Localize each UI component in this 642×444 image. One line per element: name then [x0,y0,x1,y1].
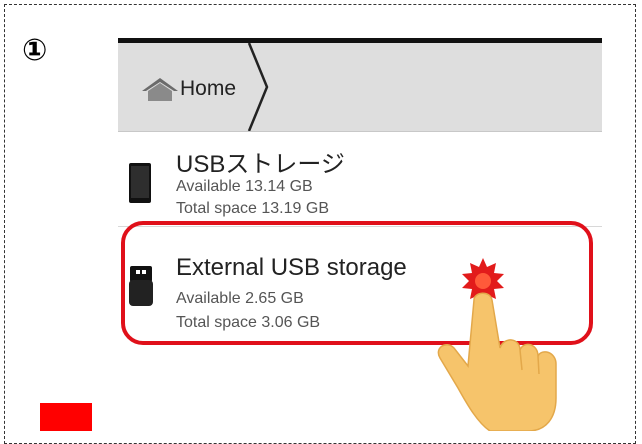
home-icon [142,78,178,101]
action-bar: Home [118,43,602,132]
storage-available: Available 13.14 GB [176,178,313,195]
step-number: ① [22,33,48,68]
phone-storage-icon [129,163,151,203]
breadcrumb[interactable]: Home [140,69,236,109]
breadcrumb-separator-icon [247,43,269,131]
tap-marker [40,403,92,431]
breadcrumb-home-label: Home [180,77,237,100]
storage-title: USBストレージ [176,151,345,178]
tap-hand-icon [437,258,557,431]
storage-total: Total space 13.19 GB [176,200,329,217]
list-item-usb-storage[interactable]: USBストレージ Available 13.14 GB Total space … [118,132,602,226]
